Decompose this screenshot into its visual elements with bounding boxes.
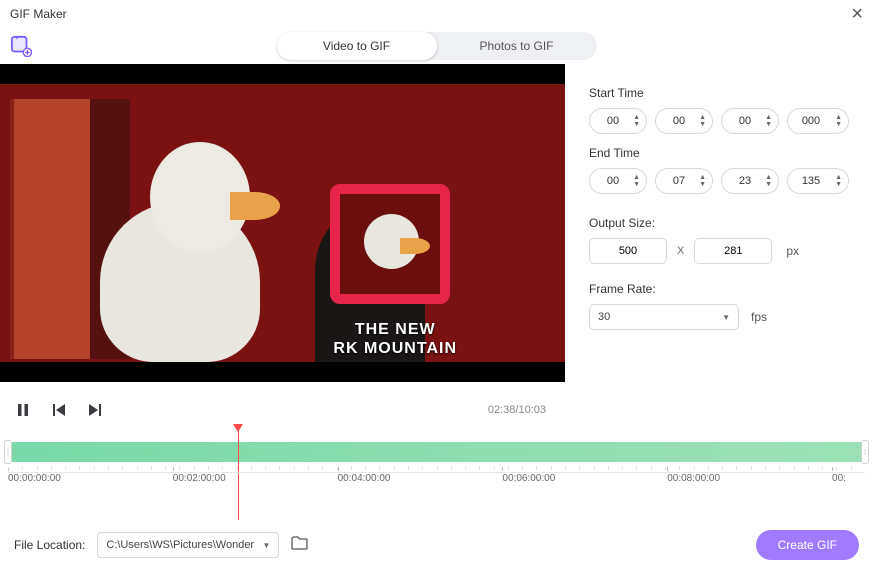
add-media-icon[interactable] xyxy=(10,35,32,57)
output-width-input[interactable] xyxy=(589,238,667,264)
size-unit: px xyxy=(786,244,799,258)
pause-button[interactable] xyxy=(14,401,32,419)
end-ms-input[interactable] xyxy=(796,175,826,187)
trim-handle-left[interactable]: ⋮ xyxy=(4,440,12,464)
tab-photos-to-gif[interactable]: Photos to GIF xyxy=(437,32,597,60)
ruler-tick: 00:08:00:00 xyxy=(667,473,720,484)
frame-rate-select[interactable]: 30 ▼ xyxy=(589,304,739,330)
output-size-label: Output Size: xyxy=(589,216,849,230)
file-location-select[interactable]: C:\Users\WS\Pictures\Wonder ▼ xyxy=(97,532,279,558)
output-height-input[interactable] xyxy=(694,238,772,264)
end-seconds[interactable]: ▲▼ xyxy=(721,168,779,194)
end-minutes-input[interactable] xyxy=(664,175,694,187)
stepper-icon[interactable]: ▲▼ xyxy=(633,174,640,188)
stepper-icon[interactable]: ▲▼ xyxy=(633,114,640,128)
start-hours-input[interactable] xyxy=(598,115,628,127)
start-time-label: Start Time xyxy=(589,86,849,100)
frame-rate-label: Frame Rate: xyxy=(589,282,849,296)
timeline[interactable]: ⋮ ⋮ xyxy=(8,432,865,472)
end-seconds-input[interactable] xyxy=(730,175,760,187)
start-hours[interactable]: ▲▼ xyxy=(589,108,647,134)
ruler-tick: 00:02:00:00 xyxy=(173,473,226,484)
chevron-down-icon: ▼ xyxy=(262,541,270,550)
ruler-tick: 00: xyxy=(832,473,846,484)
start-minutes-input[interactable] xyxy=(664,115,694,127)
prev-button[interactable] xyxy=(50,401,68,419)
video-preview: THE NEW RK MOUNTAIN xyxy=(0,64,565,382)
folder-icon[interactable] xyxy=(291,536,308,554)
next-button[interactable] xyxy=(86,401,104,419)
total-time: 10:03 xyxy=(518,404,546,416)
tab-video-to-gif[interactable]: Video to GIF xyxy=(277,32,437,60)
start-ms[interactable]: ▲▼ xyxy=(787,108,849,134)
stepper-icon[interactable]: ▲▼ xyxy=(765,114,772,128)
overlay-line1: THE NEW xyxy=(333,320,457,339)
timeline-ruler: 00:00:00:00 00:02:00:00 00:04:00:00 00:06:0… xyxy=(8,472,865,502)
video-overlay-text: THE NEW RK MOUNTAIN xyxy=(333,320,457,358)
end-ms[interactable]: ▲▼ xyxy=(787,168,849,194)
chevron-down-icon: ▼ xyxy=(722,313,730,322)
frame-rate-value: 30 xyxy=(598,311,610,323)
ruler-tick: 00:00:00:00 xyxy=(8,473,61,484)
end-hours-input[interactable] xyxy=(598,175,628,187)
create-gif-button[interactable]: Create GIF xyxy=(756,530,859,560)
ruler-tick: 00:04:00:00 xyxy=(338,473,391,484)
window-title: GIF Maker xyxy=(10,7,67,21)
size-separator: X xyxy=(677,245,684,257)
stepper-icon[interactable]: ▲▼ xyxy=(765,174,772,188)
start-seconds[interactable]: ▲▼ xyxy=(721,108,779,134)
close-icon[interactable]: × xyxy=(851,4,863,24)
mode-toggle: Video to GIF Photos to GIF xyxy=(277,32,597,60)
trim-handle-right[interactable]: ⋮ xyxy=(861,440,869,464)
file-location-label: File Location: xyxy=(14,538,85,552)
start-seconds-input[interactable] xyxy=(730,115,760,127)
end-minutes[interactable]: ▲▼ xyxy=(655,168,713,194)
stepper-icon[interactable]: ▲▼ xyxy=(699,114,706,128)
fps-unit: fps xyxy=(751,310,767,324)
stepper-icon[interactable]: ▲▼ xyxy=(835,174,842,188)
end-hours[interactable]: ▲▼ xyxy=(589,168,647,194)
playback-time: 02:38/10:03 xyxy=(488,404,564,416)
overlay-line2: RK MOUNTAIN xyxy=(333,339,457,358)
file-location-path: C:\Users\WS\Pictures\Wonder xyxy=(106,539,254,551)
end-time-label: End Time xyxy=(589,146,849,160)
stepper-icon[interactable]: ▲▼ xyxy=(699,174,706,188)
stepper-icon[interactable]: ▲▼ xyxy=(835,114,842,128)
ruler-tick: 00:06:00:00 xyxy=(502,473,555,484)
current-time: 02:38 xyxy=(488,404,516,416)
start-minutes[interactable]: ▲▼ xyxy=(655,108,713,134)
start-ms-input[interactable] xyxy=(796,115,826,127)
timeline-track[interactable] xyxy=(8,442,865,462)
